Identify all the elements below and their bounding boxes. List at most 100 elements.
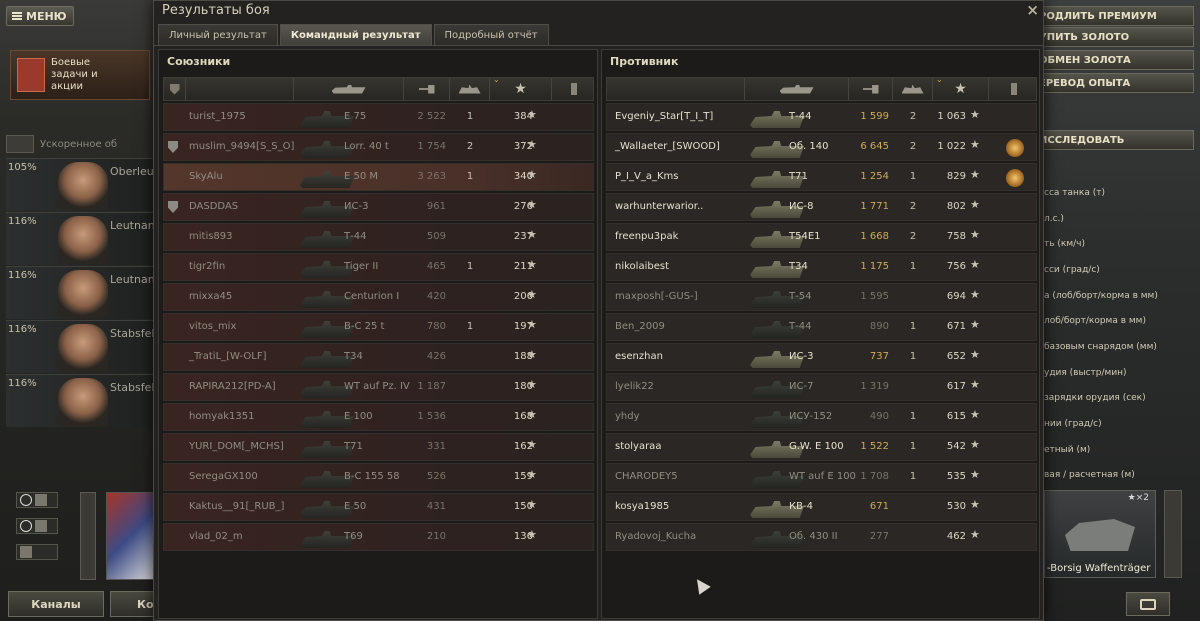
col-medals[interactable]	[552, 78, 595, 100]
col-damage[interactable]	[849, 78, 893, 100]
frags-value: 1	[909, 351, 917, 362]
player-row[interactable]: tigr2fin Tiger II 465 1 211 ★	[163, 253, 594, 281]
player-row[interactable]: DASDDAS ИС-3 961 276 ★	[163, 193, 594, 221]
player-row[interactable]: maxposh[-GUS-] Т-54 1 595 694 ★	[606, 283, 1037, 311]
sort-arrow-icon: ⌄	[936, 75, 943, 84]
col-tank[interactable]	[294, 78, 404, 100]
tank-image	[1065, 519, 1135, 551]
crew-member-card[interactable]: 116% Stabsfeld	[6, 374, 156, 427]
player-row[interactable]: SkyAlu E 50 M3 263 1 340 ★	[163, 163, 594, 191]
player-row[interactable]: turist_1975 E 75 2 522 1 384 ★	[163, 103, 594, 131]
player-row[interactable]: YURI_DOM[_MCHS] T71 331 162 ★	[163, 433, 594, 461]
player-row[interactable]: Evgeniy_Star[T_I_T] Т-44 1 599 2 1 063 ★	[606, 103, 1037, 131]
player-row[interactable]: Ryadovoj_Kucha Об. 430 II 277 462 ★	[606, 523, 1037, 551]
col-frags[interactable]	[893, 78, 933, 100]
col-xp[interactable]: ⌄ ★	[933, 75, 989, 100]
nation-select[interactable]	[16, 518, 58, 534]
tank-name: Об. 140	[789, 141, 829, 152]
tank-name: ИС-3	[344, 201, 369, 212]
missions-icon	[17, 58, 45, 92]
player-row[interactable]: SeregaGX100 B-C 155 58 526 159 ★	[163, 463, 594, 491]
frags-value: 1	[909, 171, 917, 182]
bottom-controls	[16, 492, 66, 570]
player-name: CHARODEY5	[615, 471, 678, 482]
player-row[interactable]: CHARODEY5 WT auf E 100 1 708 1 535 ★	[606, 463, 1037, 491]
player-row[interactable]: mixxa45 Centurion I 420 206 ★	[163, 283, 594, 311]
server-select[interactable]	[16, 492, 58, 508]
tab-personal[interactable]: Личный результат	[158, 24, 278, 46]
player-row[interactable]: _TratiL_[W-OLF] T34 426 188 ★	[163, 343, 594, 371]
tank-name: B-C 155 58	[344, 471, 400, 482]
player-row[interactable]: warhunterwarior.. ИС-8 1 771 2 802 ★	[606, 193, 1037, 221]
col-xp[interactable]: ⌄ ★	[490, 75, 552, 100]
col-medals[interactable]	[989, 78, 1038, 100]
player-row[interactable]: lyelik22 ИС-7 1 319 617 ★	[606, 373, 1037, 401]
player-row[interactable]: RAPIRA212[PD-A] WT auf Pz. IV 1 187 180 ★	[163, 373, 594, 401]
dropdown-arrow-icon	[35, 494, 47, 506]
player-row[interactable]: freenpu3pak T54E1 1 668 2 758 ★	[606, 223, 1037, 251]
extend-premium-button[interactable]: РОДЛИТЬ ПРЕМИУМ	[1036, 6, 1194, 26]
carousel-tank-tile[interactable]	[106, 492, 156, 580]
crew-portrait	[58, 324, 108, 372]
player-row[interactable]: vlad_02_m T69 210 136 ★	[163, 523, 594, 551]
close-button[interactable]: ×	[1026, 1, 1039, 19]
xp-star-icon: ★	[527, 498, 537, 511]
player-row[interactable]: stolyaraa G.W. E 100 1 522 1 542 ★	[606, 433, 1037, 461]
damage-value: 331	[426, 441, 446, 452]
convert-xp-button[interactable]: ЕРЕВОД ОПЫТА	[1036, 73, 1194, 93]
exchange-gold-button[interactable]: ОБМЕН ЗОЛОТА	[1036, 50, 1194, 70]
chat-button[interactable]	[1126, 592, 1170, 616]
damage-value: 431	[426, 501, 446, 512]
player-row[interactable]: nikolaibest T34 1 175 1 756 ★	[606, 253, 1037, 281]
channels-button[interactable]: Каналы	[8, 591, 104, 617]
crew-member-card[interactable]: 116% Leutnant	[6, 266, 156, 319]
col-tank[interactable]	[745, 78, 849, 100]
crew-skill-percent: 116%	[8, 378, 37, 389]
player-row[interactable]: P_I_V_a_Kms T71 1 254 1 829 ★	[606, 163, 1037, 191]
carousel-selected-tank[interactable]: ★×2 -Borsig Waffenträger	[1044, 490, 1156, 578]
col-player[interactable]	[607, 78, 745, 100]
tank-name: -Borsig Waffenträger	[1047, 563, 1151, 574]
damage-value: 1 522	[860, 441, 889, 452]
frags-value: 1	[466, 171, 474, 182]
menu-button[interactable]: МЕНЮ	[6, 6, 74, 26]
dropdown-arrow-icon	[35, 520, 47, 532]
carousel-scroll-left[interactable]	[80, 492, 96, 580]
tank-name: Т-44	[789, 111, 812, 122]
damage-icon	[862, 84, 879, 94]
player-row[interactable]: vitos_mix B-C 25 t 780 1 197 ★	[163, 313, 594, 341]
player-row[interactable]: Kaktus__91[_RUB_] E 50 431 150 ★	[163, 493, 594, 521]
tab-team[interactable]: Командный результат	[279, 24, 432, 46]
xp-value: 615	[946, 411, 966, 422]
player-row[interactable]: Ben_2009 Т-44 890 1 671 ★	[606, 313, 1037, 341]
crew-member-card[interactable]: 116% Leutnant	[6, 212, 156, 265]
xp-value: 1 063	[937, 111, 966, 122]
player-name: _Wallaeter_[SWOOD]	[615, 141, 720, 152]
player-name: freenpu3pak	[615, 231, 679, 242]
player-row[interactable]: esenzhan ИС-3 737 1 652 ★	[606, 343, 1037, 371]
buy-gold-button[interactable]: УПИТЬ ЗОЛОТО	[1036, 27, 1194, 47]
filter-toggle[interactable]	[16, 544, 58, 560]
carousel-scroll-right[interactable]	[1164, 490, 1182, 578]
player-row[interactable]: homyak1351 E 100 1 536 168 ★	[163, 403, 594, 431]
col-clan[interactable]	[164, 78, 186, 100]
xp-star-icon: ★	[970, 468, 980, 481]
crew-member-card[interactable]: 105% Oberleut	[6, 158, 156, 211]
research-button[interactable]: ИССЛЕДОВАТЬ	[1036, 130, 1194, 150]
tank-name: КВ-4	[789, 501, 813, 512]
col-player[interactable]	[186, 78, 294, 100]
player-row[interactable]: muslim_9494[S_S_O] Lorr. 40 t1 754 2 372 ★	[163, 133, 594, 161]
player-row[interactable]: yhdy ИСУ-152 490 1 615 ★	[606, 403, 1037, 431]
player-row[interactable]: _Wallaeter_[SWOOD] Об. 140 6 645 2 1 022 ★	[606, 133, 1037, 161]
contacts-button[interactable]: Кон	[110, 591, 154, 617]
missions-button[interactable]: Боевые задачи и акции	[10, 50, 150, 100]
crew-icon[interactable]	[6, 135, 34, 153]
col-damage[interactable]	[404, 78, 450, 100]
tab-detailed[interactable]: Подробный отчёт	[433, 24, 549, 46]
damage-value: 526	[426, 471, 446, 482]
crew-member-card[interactable]: 116% Stabsfeld	[6, 320, 156, 373]
player-row[interactable]: kosya1985 КВ-4 671 530 ★	[606, 493, 1037, 521]
player-row[interactable]: mitis893 Т-44 509 237 ★	[163, 223, 594, 251]
col-frags[interactable]	[450, 78, 490, 100]
clan-emblem-icon	[168, 201, 178, 213]
